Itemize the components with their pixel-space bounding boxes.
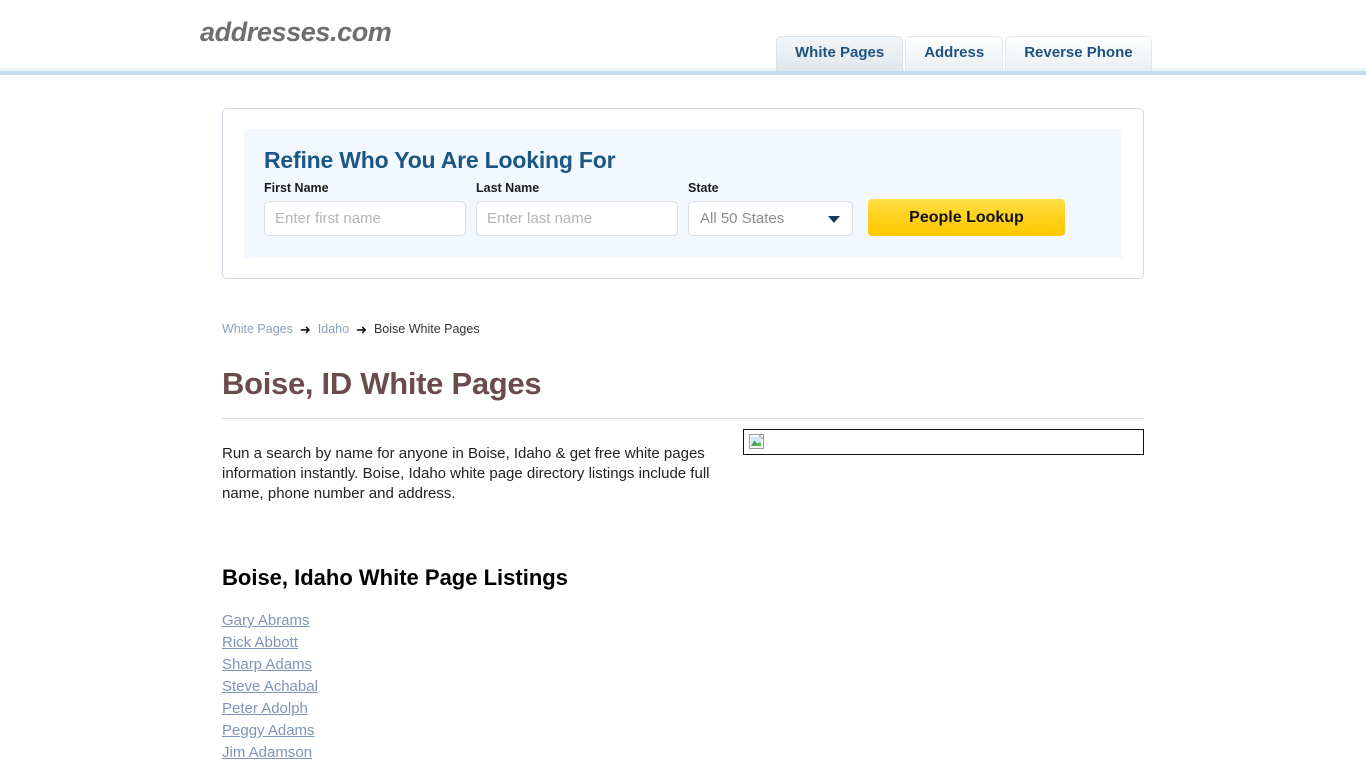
- description-row: Run a search by name for anyone in Boise…: [222, 429, 1144, 519]
- breadcrumb-arrow-icon: ➜: [356, 321, 367, 337]
- first-name-field-group: First Name: [264, 181, 466, 236]
- white-page-listings: Gary Abrams Rick Abbott Sharp Adams Stev…: [222, 612, 1144, 761]
- main-content: White Pages ➜ Idaho ➜ Boise White Pages …: [222, 279, 1144, 761]
- people-search-form: First Name Last Name State All 50 States…: [264, 181, 1102, 236]
- last-name-input[interactable]: [476, 201, 678, 236]
- tab-white-pages[interactable]: White Pages: [776, 36, 904, 71]
- main-navigation-tabs: White Pages Address Reverse Phone: [776, 36, 1152, 71]
- list-item[interactable]: Steve Achabal: [222, 678, 318, 695]
- listings-title: Boise, Idaho White Page Listings: [222, 565, 568, 590]
- first-name-input[interactable]: [264, 201, 466, 236]
- state-label: State: [688, 181, 719, 195]
- list-item[interactable]: Sharp Adams: [222, 656, 312, 673]
- tab-address-label: Address: [924, 44, 985, 61]
- page-description: Run a search by name for anyone in Boise…: [222, 445, 710, 502]
- tab-white-pages-label: White Pages: [795, 44, 885, 61]
- site-logo[interactable]: addresses.com: [200, 17, 392, 48]
- broken-image-icon: [748, 434, 764, 449]
- last-name-field-group: Last Name: [476, 181, 678, 236]
- breadcrumb-item-current: Boise White Pages: [373, 322, 480, 336]
- search-panel-inner: Refine Who You Are Looking For First Nam…: [244, 129, 1122, 258]
- tab-reverse-phone[interactable]: Reverse Phone: [1005, 36, 1152, 71]
- breadcrumb: White Pages ➜ Idaho ➜ Boise White Pages: [222, 322, 1144, 336]
- breadcrumb-item-idaho[interactable]: Idaho: [318, 322, 349, 336]
- header-divider: [0, 68, 1366, 75]
- state-select-wrapper: All 50 States: [688, 201, 853, 236]
- search-panel-title: Refine Who You Are Looking For: [264, 147, 616, 173]
- state-select[interactable]: All 50 States: [688, 201, 853, 236]
- broken-image-placeholder: [742, 429, 1144, 455]
- state-field-group: State All 50 States: [688, 181, 853, 236]
- tab-address[interactable]: Address: [905, 36, 1004, 71]
- page-title: Boise, ID White Pages: [222, 366, 542, 401]
- tab-reverse-phone-label: Reverse Phone: [1024, 44, 1133, 61]
- list-item[interactable]: Rick Abbott: [222, 634, 298, 651]
- site-header: addresses.com White Pages Address Revers…: [0, 0, 1366, 71]
- list-item[interactable]: Peter Adolph: [222, 700, 308, 717]
- list-item[interactable]: Jim Adamson: [222, 744, 312, 761]
- search-panel: Refine Who You Are Looking For First Nam…: [222, 108, 1144, 279]
- first-name-label: First Name: [264, 181, 329, 195]
- breadcrumb-item-white-pages[interactable]: White Pages: [222, 322, 293, 336]
- last-name-label: Last Name: [476, 181, 540, 195]
- breadcrumb-arrow-icon: ➜: [299, 321, 311, 337]
- list-item[interactable]: Peggy Adams: [222, 722, 315, 739]
- title-divider: [222, 418, 1144, 419]
- people-lookup-button[interactable]: People Lookup: [868, 199, 1065, 236]
- list-item[interactable]: Gary Abrams: [222, 612, 310, 629]
